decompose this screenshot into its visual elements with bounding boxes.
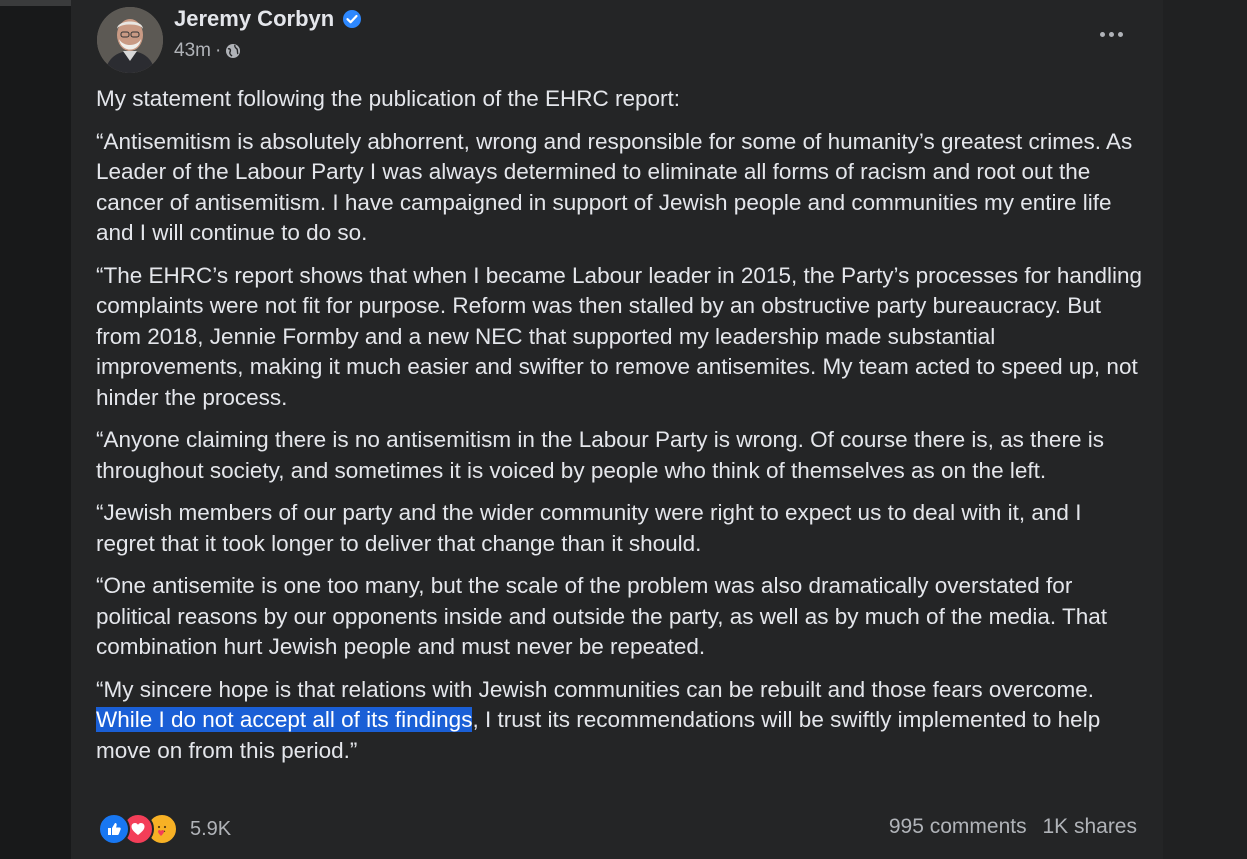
more-dot-icon xyxy=(1099,31,1105,37)
right-gutter xyxy=(1163,0,1247,859)
reactions-summary[interactable]: 5.9K xyxy=(98,813,231,845)
post-paragraph: “My sincere hope is that relations with … xyxy=(96,675,1144,767)
post-text: My statement following the publication o… xyxy=(96,84,1144,778)
meta-separator: · xyxy=(214,40,222,61)
like-icon xyxy=(98,813,130,845)
author-name[interactable]: Jeremy Corbyn xyxy=(174,6,362,32)
paragraph-text: “My sincere hope is that relations with … xyxy=(96,676,1094,702)
selected-text: While I do not accept all of its finding… xyxy=(96,707,473,732)
post-paragraph: “Jewish members of our party and the wid… xyxy=(96,500,1082,556)
post-paragraph: “Anyone claiming there is no antisemitis… xyxy=(96,427,1104,483)
globe-icon xyxy=(226,44,241,58)
more-dot-icon xyxy=(1108,31,1114,37)
author-avatar[interactable] xyxy=(97,7,163,73)
more-dot-icon xyxy=(1117,31,1123,37)
reaction-count[interactable]: 5.9K xyxy=(190,818,231,841)
engagement-stats: 995 comments 1K shares xyxy=(879,815,1137,839)
post-paragraph: “One antisemite is one too many, but the… xyxy=(96,573,1108,659)
post-timestamp[interactable]: 43m xyxy=(174,40,211,62)
post-paragraph: “The EHRC’s report shows that when I bec… xyxy=(96,262,1142,410)
shares-count-link[interactable]: 1K shares xyxy=(1042,815,1137,838)
post-paragraph: My statement following the publication o… xyxy=(96,86,681,111)
comments-count-link[interactable]: 995 comments xyxy=(889,815,1027,838)
author-name-text[interactable]: Jeremy Corbyn xyxy=(174,6,334,32)
more-options-button[interactable] xyxy=(1091,22,1131,46)
avatar-photo xyxy=(97,7,163,73)
post-paragraph: “Antisemitism is absolutely abhorrent, w… xyxy=(96,128,1133,246)
verified-badge-icon xyxy=(343,10,362,28)
post-meta: 43m · xyxy=(174,40,241,62)
